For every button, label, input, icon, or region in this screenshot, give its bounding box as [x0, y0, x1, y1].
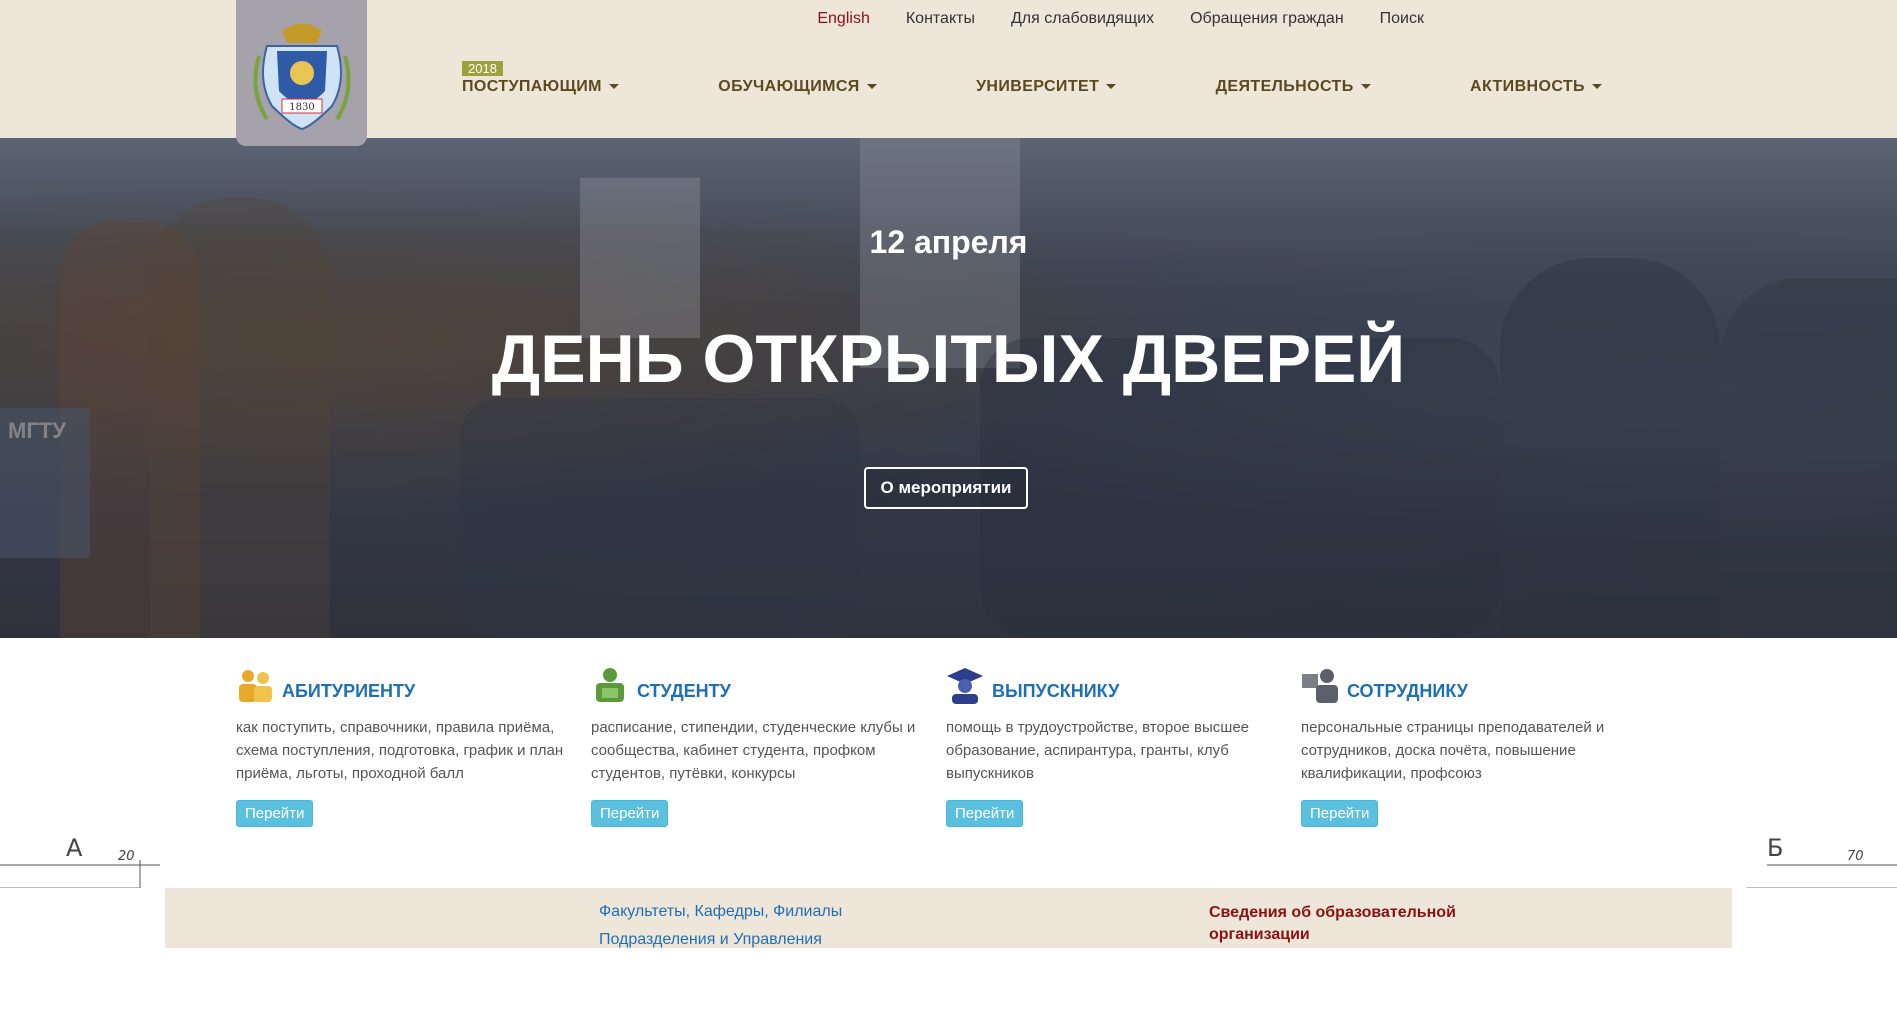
go-button[interactable]: Перейти [946, 800, 1024, 827]
caret-down-icon [1591, 84, 1602, 90]
card-applicants: АБИТУРИЕНТУ как поступить, справочники, … [236, 664, 591, 827]
nav-label: АКТИВНОСТЬ [1469, 78, 1585, 95]
event-date: 12 апреля [869, 224, 1028, 260]
svg-text:А: А [66, 834, 83, 862]
nav-label: УНИВЕРСИТЕТ [976, 78, 1100, 95]
coat-of-arms-icon: 1830 [252, 23, 351, 130]
nav-students[interactable]: ОБУЧАЮЩИМСЯ [718, 78, 877, 96]
card-header: СОТРУДНИКУ [1301, 664, 1656, 704]
nav-activities[interactable]: ДЕЯТЕЛЬНОСТЬ [1216, 78, 1371, 96]
card-header: СТУДЕНТУ [591, 664, 946, 704]
university-logo[interactable]: 1830 [236, 0, 367, 146]
card-title[interactable]: СОТРУДНИКУ [1347, 681, 1468, 702]
event-details-button[interactable]: О мероприятии [864, 467, 1028, 509]
nav-engagement[interactable]: АКТИВНОСТЬ [1470, 78, 1602, 96]
card-staff: СОТРУДНИКУ персональные страницы препода… [1301, 664, 1656, 827]
card-description: как поступить, справочники, правила приё… [236, 719, 564, 782]
card-description: помощь в трудоустройстве, второе высшее … [946, 719, 1250, 782]
svg-text:1830: 1830 [289, 102, 314, 113]
nav-label: ОБУЧАЮЩИМСЯ [718, 78, 860, 95]
card-description: персональные страницы преподавателей и с… [1301, 719, 1605, 782]
english-link[interactable]: English [799, 10, 887, 28]
staff-icon [1302, 669, 1338, 703]
card-graduates: ВЫПУСКНИКУ помощь в трудоустройстве, вто… [946, 664, 1301, 827]
event-title: ДЕНЬ ОТКРЫТЫХ ДВЕРЕЙ [491, 321, 1406, 397]
year-badge: 2018 [462, 61, 503, 76]
graduate-icon [947, 668, 983, 704]
footer-right-spacer [1732, 888, 1897, 948]
card-students: СТУДЕНТУ расписание, стипендии, студенче… [591, 664, 946, 827]
org-info-link[interactable]: Сведения об образовательной организации [1209, 902, 1469, 946]
nav-university[interactable]: УНИВЕРСИТЕТ [976, 78, 1117, 96]
svg-text:70: 70 [1847, 849, 1864, 864]
card-title[interactable]: СТУДЕНТУ [637, 681, 731, 702]
svg-text:20: 20 [118, 849, 135, 864]
faculties-link[interactable]: Факультеты, Кафедры, Филиалы [599, 903, 842, 921]
student-icon [596, 668, 624, 702]
nav-label: ДЕЯТЕЛЬНОСТЬ [1215, 78, 1354, 95]
search-link[interactable]: Поиск [1362, 10, 1442, 28]
contacts-link[interactable]: Контакты [888, 10, 993, 28]
top-links: English Контакты Для слабовидящих Обраще… [799, 10, 1442, 28]
audience-cards: АБИТУРИЕНТУ как поступить, справочники, … [236, 664, 1656, 827]
accessibility-link[interactable]: Для слабовидящих [993, 10, 1172, 28]
footer-bar: Факультеты, Кафедры, Филиалы Подразделен… [0, 888, 1897, 948]
card-header: ВЫПУСКНИКУ [946, 664, 1301, 704]
departments-link[interactable]: Подразделения и Управления [599, 931, 822, 949]
citizen-appeals-link[interactable]: Обращения граждан [1172, 10, 1362, 28]
card-description: расписание, стипендии, студенческие клуб… [591, 719, 916, 782]
card-header: АБИТУРИЕНТУ [236, 664, 591, 704]
caret-down-icon [1360, 84, 1371, 90]
go-button[interactable]: Перейти [236, 800, 314, 827]
go-button[interactable]: Перейти [591, 800, 669, 827]
hero-banner: МГТУ 12 апреля ДЕНЬ ОТКРЫТЫХ ДВЕРЕЙ О ме… [0, 138, 1897, 638]
caret-down-icon [608, 84, 619, 90]
card-title[interactable]: ВЫПУСКНИКУ [992, 681, 1119, 702]
site-header: 1830 English Контакты Для слабовидящих О… [0, 0, 1897, 146]
footer-left-spacer [0, 888, 165, 948]
caret-down-icon [1106, 84, 1117, 90]
nav-applicants[interactable]: ПОСТУПАЮЩИМ [462, 78, 619, 96]
applicants-icon [239, 670, 272, 702]
card-title[interactable]: АБИТУРИЕНТУ [282, 681, 415, 702]
svg-text:Б: Б [1767, 834, 1783, 862]
go-button[interactable]: Перейти [1301, 800, 1379, 827]
main-nav: ПОСТУПАЮЩИМ ОБУЧАЮЩИМСЯ УНИВЕРСИТЕТ ДЕЯТ… [462, 78, 1602, 96]
page-bottom [0, 948, 1897, 1030]
nav-label: ПОСТУПАЮЩИМ [462, 78, 602, 95]
caret-down-icon [866, 84, 877, 90]
